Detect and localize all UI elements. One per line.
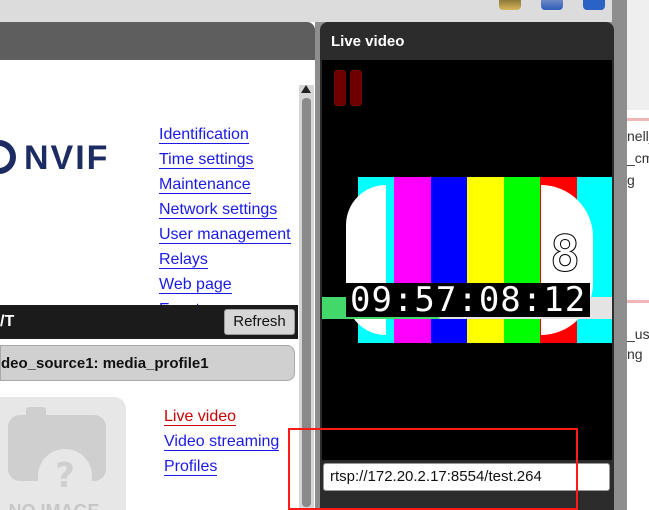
onvif-logo: NVIF [0, 138, 135, 178]
nav-network-settings[interactable]: Network settings [159, 200, 299, 225]
no-image-text: NO IMAGE [0, 501, 108, 510]
nav-label: Time settings [159, 151, 254, 169]
test-pattern: 8 09:57:08:12 [322, 177, 612, 343]
device-panel: NVIF Identification Time settings Mainte… [0, 22, 315, 510]
pause-icon[interactable] [334, 70, 364, 106]
background-text: ng [627, 346, 643, 362]
top-toolbar [0, 0, 627, 22]
media-link-label: Live video [164, 408, 237, 426]
link-profiles[interactable]: Profiles [164, 457, 304, 482]
nav-user-management[interactable]: User management [159, 225, 299, 250]
nav-label: Network settings [159, 201, 278, 219]
nav-web-page[interactable]: Web page [159, 275, 299, 300]
section-bar: /T Refresh [0, 305, 298, 339]
onvif-logo-ring [0, 140, 16, 174]
nav-label: Maintenance [159, 176, 251, 194]
nav-label: Web page [159, 276, 232, 294]
stream-url-field[interactable]: rtsp://172.20.2.17:8554/test.264 [323, 463, 610, 491]
section-title: /T [0, 313, 15, 330]
media-link-label: Video streaming [164, 433, 280, 451]
background-text: _cm [627, 150, 649, 166]
window-gap [612, 0, 627, 510]
book-icon[interactable] [583, 0, 605, 10]
background-text: g [627, 172, 635, 188]
link-video-streaming[interactable]: Video streaming [164, 432, 304, 457]
nav-label: User management [159, 226, 291, 244]
background-text: _usa [627, 326, 649, 342]
live-video-title: Live video [331, 33, 405, 50]
background-window: nell_ _cm g _usa ng [627, 0, 649, 510]
link-live-video[interactable]: Live video [164, 407, 304, 432]
frame-counter: 8 [549, 225, 581, 283]
media-profile-label: deo_source1: media_profile1 [1, 355, 209, 372]
media-profile-bar[interactable]: deo_source1: media_profile1 [0, 345, 295, 381]
pause-bar [334, 70, 346, 106]
media-link-label: Profiles [164, 458, 218, 476]
timecode: 09:57:08:12 [346, 283, 591, 317]
nav-relays[interactable]: Relays [159, 250, 299, 275]
background-window-header [627, 0, 649, 110]
no-image-placeholder: ? NO IMAGE [0, 397, 126, 510]
camera-icon: ? [8, 415, 106, 503]
onvif-logo-text: NVIF [24, 139, 110, 177]
video-player[interactable]: 8 09:57:08:12 [322, 60, 612, 460]
device-panel-header [0, 22, 315, 60]
question-mark-icon: ? [38, 449, 92, 503]
nav-label: Relays [159, 251, 208, 269]
nav-time-settings[interactable]: Time settings [159, 150, 299, 175]
background-marker [627, 118, 649, 121]
scroll-up-arrow-icon[interactable] [301, 85, 311, 93]
nav-identification[interactable]: Identification [159, 125, 299, 150]
media-links: Live video Video streaming Profiles [164, 407, 304, 482]
nav-label: Identification [159, 126, 249, 144]
pause-bar [350, 70, 362, 106]
tools-icon[interactable] [541, 0, 563, 10]
nav-maintenance[interactable]: Maintenance [159, 175, 299, 200]
refresh-button[interactable]: Refresh [224, 309, 295, 335]
vertical-scrollbar[interactable] [299, 85, 314, 510]
background-marker [627, 300, 649, 303]
live-video-panel: Live video 8 09:57:08:12 rtsp://172.20.2… [320, 22, 614, 510]
scroll-thumb[interactable] [302, 98, 311, 507]
device-nav: Identification Time settings Maintenance… [159, 125, 299, 325]
device-panel-body: NVIF Identification Time settings Mainte… [0, 60, 315, 510]
settings-icon[interactable] [499, 0, 521, 10]
background-text: nell_ [627, 128, 649, 144]
